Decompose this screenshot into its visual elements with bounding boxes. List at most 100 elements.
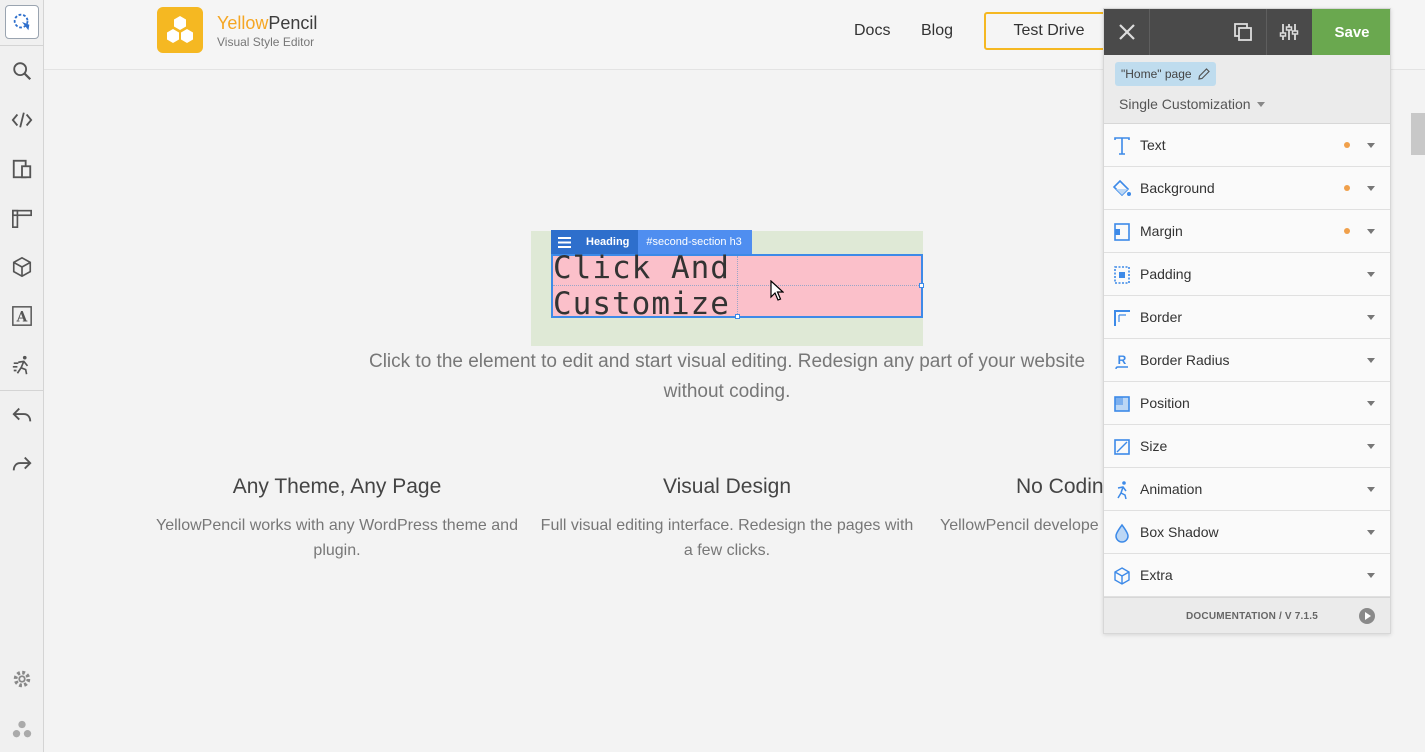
- undo-button[interactable]: [0, 393, 44, 437]
- svg-text:A: A: [16, 310, 28, 326]
- chevron-down-icon: [1367, 315, 1375, 320]
- position-icon: [1114, 396, 1130, 412]
- section-description: Click to the element to edit and start v…: [368, 351, 1086, 402]
- panel-context: "Home" page Single Customization: [1104, 55, 1390, 124]
- search-icon: [13, 62, 32, 81]
- nav-blog-link[interactable]: Blog: [921, 22, 953, 40]
- responsive-tool-button[interactable]: [0, 147, 44, 191]
- modified-indicator: [1344, 185, 1350, 191]
- resize-handle-right[interactable]: [919, 283, 924, 288]
- section-position[interactable]: Position: [1104, 382, 1390, 425]
- logo-title: YellowPencil: [217, 13, 318, 33]
- feature-no-coding: No Codin YellowPencil develope for ev: [926, 475, 1103, 538]
- chevron-down-icon: [1367, 573, 1375, 578]
- search-tool-button[interactable]: [0, 49, 44, 93]
- chevron-down-icon: [1367, 401, 1375, 406]
- section-padding[interactable]: Padding: [1104, 253, 1390, 296]
- chevron-down-icon: [1367, 272, 1375, 277]
- test-drive-button[interactable]: Test Drive: [984, 12, 1114, 50]
- section-box-shadow[interactable]: Box Shadow: [1104, 511, 1390, 554]
- drop-icon: [1115, 523, 1129, 543]
- code-icon: [11, 112, 33, 128]
- animation-tool-button[interactable]: [0, 343, 44, 387]
- svg-text:R: R: [1118, 353, 1127, 367]
- section-margin[interactable]: Margin: [1104, 210, 1390, 253]
- panel-footer: DOCUMENTATION / V 7.1.5: [1104, 597, 1390, 633]
- code-tool-button[interactable]: [0, 98, 44, 142]
- play-icon[interactable]: [1359, 608, 1375, 624]
- text-icon: [1114, 137, 1130, 155]
- selection-tag-bar: Heading #second-section h3: [551, 230, 752, 254]
- pencil-icon: [1197, 68, 1210, 80]
- font-tool-button[interactable]: A: [0, 294, 44, 338]
- feature-text: Full visual editing interface. Redesign …: [540, 517, 914, 559]
- site-logo[interactable]: [157, 7, 203, 53]
- selector-icon: [13, 13, 30, 31]
- padding-icon: [1114, 266, 1130, 284]
- customization-mode-select[interactable]: Single Customization: [1119, 96, 1265, 112]
- chevron-down-icon: [1367, 487, 1375, 492]
- selected-element-name: Heading: [577, 230, 639, 254]
- property-sections: Text Background Margin Padding Border R …: [1104, 124, 1390, 597]
- margin-icon: [1114, 223, 1130, 241]
- chevron-down-icon: [1367, 186, 1375, 191]
- editor-panel: Save "Home" page Single Customization Te…: [1103, 8, 1391, 634]
- section-size[interactable]: Size: [1104, 425, 1390, 468]
- feature-title: Visual Design: [662, 475, 792, 498]
- redo-button[interactable]: [0, 442, 44, 486]
- paint-bucket-icon: [1112, 179, 1131, 197]
- border-radius-icon: R: [1115, 353, 1128, 370]
- page-scrollbar-thumb[interactable]: [1411, 113, 1425, 155]
- page-badge[interactable]: "Home" page: [1115, 62, 1216, 86]
- animation-icon: [1117, 481, 1127, 500]
- close-icon: [1118, 24, 1135, 40]
- modified-indicator: [1344, 142, 1350, 148]
- settings-icon: [13, 670, 31, 688]
- settings-button[interactable]: [0, 657, 44, 701]
- sliders-icon: [1279, 24, 1299, 40]
- 3d-box-icon: [12, 256, 32, 278]
- selector-tool-button[interactable]: [0, 0, 44, 44]
- resize-handle-bottom[interactable]: [735, 314, 740, 319]
- settings-sliders-button[interactable]: [1266, 9, 1312, 55]
- documentation-link[interactable]: DOCUMENTATION / V 7.1.5: [1186, 611, 1318, 622]
- mouse-cursor-icon: [770, 280, 784, 301]
- selection-menu-button[interactable]: [551, 230, 577, 254]
- feature-visual-design: Visual Design Full visual editing interf…: [537, 475, 917, 563]
- feature-title: Any Theme, Any Page: [232, 475, 442, 498]
- section-background[interactable]: Background: [1104, 167, 1390, 210]
- cube-icon: [1114, 567, 1130, 585]
- layers-button[interactable]: [1220, 9, 1266, 55]
- section-animation[interactable]: Animation: [1104, 468, 1390, 511]
- ruler-icon: [12, 209, 32, 228]
- feature-text: YellowPencil works with any WordPress th…: [156, 517, 518, 559]
- chevron-down-icon: [1367, 358, 1375, 363]
- hamburger-icon: [557, 236, 571, 248]
- logo-icon: [12, 720, 32, 738]
- ruler-tool-button[interactable]: [0, 196, 44, 240]
- undo-icon: [12, 407, 32, 422]
- feature-any-theme: Any Theme, Any Page YellowPencil works w…: [147, 475, 527, 563]
- chevron-down-icon: [1367, 530, 1375, 535]
- border-icon: [1114, 310, 1130, 326]
- section-extra[interactable]: Extra: [1104, 554, 1390, 597]
- layers-icon: [1234, 23, 1252, 41]
- section-border[interactable]: Border: [1104, 296, 1390, 339]
- close-editor-button[interactable]: [1104, 9, 1149, 55]
- section-border-radius[interactable]: R Border Radius: [1104, 339, 1390, 382]
- save-button[interactable]: Save: [1312, 9, 1390, 55]
- chevron-down-icon: [1367, 229, 1375, 234]
- left-toolbar: A: [0, 0, 44, 752]
- animation-icon: [12, 355, 29, 375]
- section-text[interactable]: Text: [1104, 124, 1390, 167]
- 3d-tool-button[interactable]: [0, 245, 44, 289]
- modified-indicator: [1344, 228, 1350, 234]
- chevron-down-icon: [1256, 101, 1265, 107]
- selected-element-selector[interactable]: #second-section h3: [638, 230, 752, 254]
- feature-text: YellowPencil develope for ev: [940, 517, 1103, 534]
- nav-docs-link[interactable]: Docs: [854, 22, 890, 40]
- redo-icon: [12, 456, 32, 471]
- chevron-down-icon: [1367, 444, 1375, 449]
- yellowpencil-logo-button[interactable]: [0, 708, 44, 752]
- chevron-down-icon: [1367, 143, 1375, 148]
